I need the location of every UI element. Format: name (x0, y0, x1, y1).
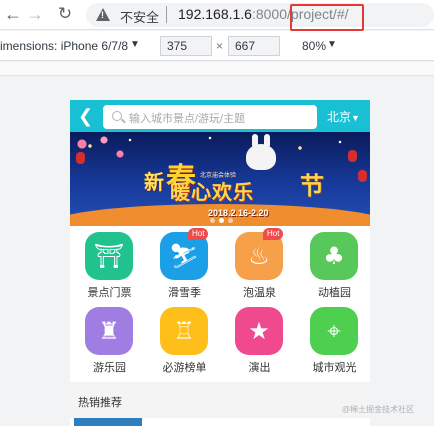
lantern-icon (358, 170, 367, 182)
url-host: 192.168.1.6 (178, 6, 252, 22)
zoom-select[interactable]: 80% (302, 39, 326, 53)
back-arrow-icon[interactable]: ← (2, 3, 24, 25)
device-toolbar: imensions: iPhone 6/7/8 ▼ 375 × 667 80% … (0, 31, 434, 61)
lantern-icon (76, 152, 85, 164)
castle-icon: ♖ (160, 307, 208, 355)
hot-badge: Hot (263, 228, 284, 240)
category-item[interactable]: ⛷ Hot 滑雪季 (147, 226, 222, 301)
hot-badge: Hot (188, 228, 209, 240)
phone-viewport: ❮ 输入城市景点/游玩/主题 北京▼ 新 春 北京庙会体验 暖心欢乐 节 201… (70, 100, 370, 426)
carousel-dot-active[interactable] (219, 218, 224, 223)
product-thumbnail[interactable] (74, 418, 142, 426)
lantern-icon (348, 150, 357, 162)
app-header: ❮ 输入城市景点/游玩/主题 北京▼ (70, 100, 370, 132)
watermark: @稀土掘金技术社区 (342, 405, 415, 414)
carousel-dot[interactable] (228, 218, 233, 223)
category-label: 滑雪季 (168, 287, 201, 299)
category-label: 景点门票 (87, 287, 132, 299)
category-label: 演出 (248, 362, 271, 374)
search-input[interactable]: 输入城市景点/游玩/主题 (103, 105, 317, 129)
promo-banner[interactable]: 新 春 北京庙会体验 暖心欢乐 节 2018.2.16-2.20 (70, 132, 370, 226)
highlight-box (290, 4, 364, 31)
banner-char: 节 (300, 173, 324, 200)
search-placeholder: 输入城市景点/游玩/主题 (129, 113, 246, 125)
ruler-strip (0, 62, 434, 76)
warning-icon (96, 8, 110, 21)
divider (166, 6, 167, 23)
category-item[interactable]: ★ 演出 (222, 301, 297, 376)
category-item[interactable]: ⛩ 景点门票 (72, 226, 147, 301)
blossom-decoration (70, 132, 140, 170)
category-label: 动植园 (318, 287, 351, 299)
browser-toolbar: ← → ↻ 不安全 192.168.1.6:8000/project/#/ (0, 0, 434, 31)
map-pin-icon: ⌖ (310, 307, 358, 355)
carousel-icon: ♜ (85, 307, 133, 355)
caret-down-icon[interactable]: ▼ (130, 39, 140, 50)
caret-down-icon: ▼ (351, 113, 360, 123)
stage-icon: ★ (235, 307, 283, 355)
back-chevron-icon[interactable]: ❮ (78, 106, 93, 126)
url-port: :8000 (251, 6, 288, 22)
category-label: 游乐园 (93, 362, 126, 374)
tree-icon: ♣ (310, 232, 358, 280)
category-label: 必游榜单 (162, 362, 207, 374)
reload-icon[interactable]: ↻ (54, 3, 76, 25)
height-input[interactable]: 667 (228, 36, 280, 56)
category-item[interactable]: ♨ Hot 泡温泉 (222, 226, 297, 301)
category-item[interactable]: ♣ 动植园 (297, 226, 370, 301)
insecure-label: 不安全 (120, 10, 160, 25)
rabbit-mascot-icon (246, 134, 276, 170)
city-select[interactable]: 北京▼ (327, 108, 360, 125)
banner-title: 暖心欢乐 (170, 182, 254, 204)
search-icon (112, 111, 122, 121)
category-item[interactable]: ♖ 必游榜单 (147, 301, 222, 376)
times-sign: × (216, 39, 224, 53)
city-label: 北京 (327, 110, 352, 124)
temple-icon: ⛩ (85, 232, 133, 280)
category-label: 城市观光 (312, 362, 357, 374)
width-input[interactable]: 375 (160, 36, 212, 56)
section-header: 热销推荐 (70, 382, 370, 418)
device-select[interactable]: imensions: iPhone 6/7/8 (0, 39, 128, 53)
category-grid: ⛩ 景点门票 ⛷ Hot 滑雪季 ♨ Hot 泡温泉 ♣ 动植园 ♜ 游乐园 ♖ 必游榜单 ★ 演出 ⌖ 城市观光 (70, 226, 370, 376)
caret-down-icon[interactable]: ▼ (327, 39, 337, 50)
banner-date: 2018.2.16-2.20 (208, 208, 269, 218)
category-item[interactable]: ⌖ 城市观光 (297, 301, 370, 376)
category-label: 泡温泉 (243, 287, 276, 299)
category-item[interactable]: ♜ 游乐园 (72, 301, 147, 376)
forward-arrow-icon[interactable]: → (24, 3, 46, 25)
banner-char: 新 (144, 172, 164, 194)
section-title: 热销推荐 (78, 397, 122, 409)
carousel-dot[interactable] (210, 218, 215, 223)
address-bar[interactable]: 不安全 192.168.1.6:8000/project/#/ (86, 3, 434, 27)
